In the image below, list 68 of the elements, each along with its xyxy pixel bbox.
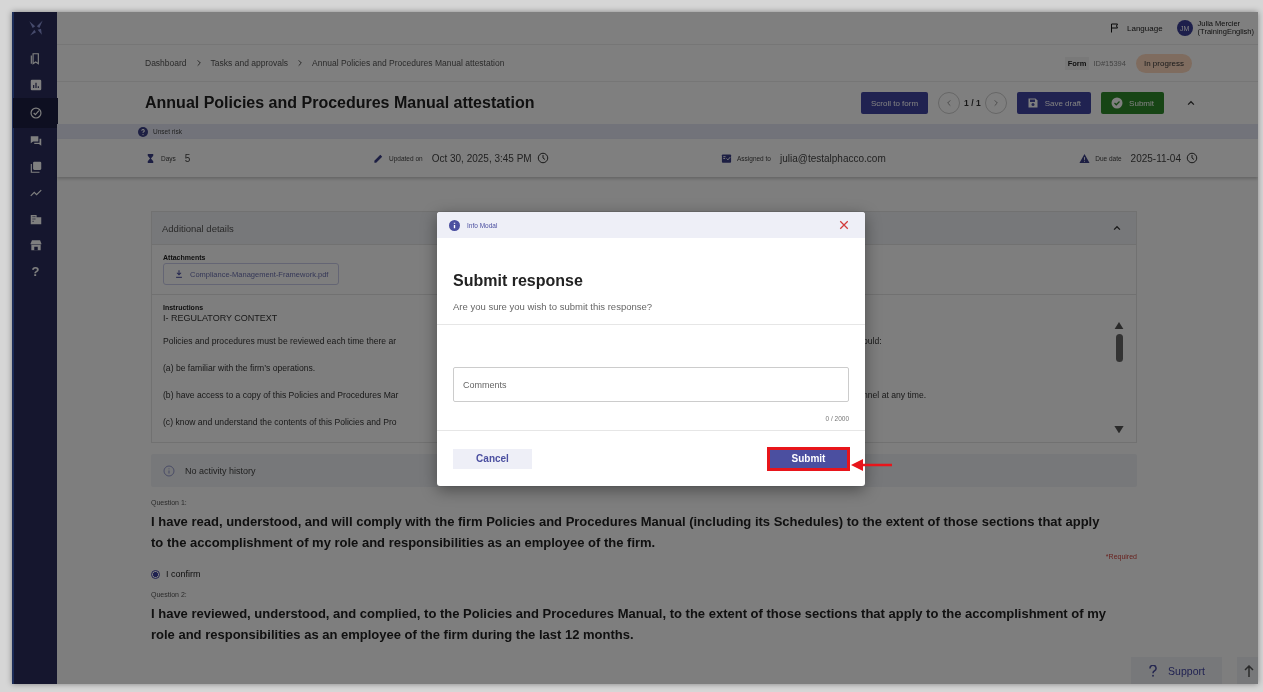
modal-message: Are you sure you wish to submit this response? xyxy=(453,301,654,312)
breadcrumb-link[interactable]: Dashboard xyxy=(145,58,187,68)
chevron-right-icon xyxy=(991,99,1000,107)
instruction-text: ould: xyxy=(863,336,882,348)
status-badge: In progress xyxy=(1135,53,1192,73)
question-icon xyxy=(1148,665,1159,677)
breadcrumb-link[interactable]: Tasks and approvals xyxy=(210,58,289,68)
building-icon xyxy=(28,212,43,226)
modal-submit-button[interactable]: Submit xyxy=(767,446,850,471)
scroll-up-icon xyxy=(1114,322,1124,330)
instruction-text: (c) know and understand the contents of this Policies and Pro xyxy=(163,417,398,429)
radio-option[interactable]: I confirm xyxy=(151,569,1137,579)
cancel-button[interactable]: Cancel xyxy=(453,448,532,469)
chevron-left-icon xyxy=(945,99,954,107)
activity-message: No activity history xyxy=(185,465,256,476)
clock-icon xyxy=(1186,152,1198,164)
hourglass-icon xyxy=(145,152,156,164)
meta-value: 5 xyxy=(184,152,191,164)
question-text: I have reviewed, understood, and complied, to the Policies and Procedures Manual, to the extent of those sections that apply to the accomplishment of my role and responsibilities as an employee of the firm during the last 12 months. xyxy=(151,605,1107,644)
check-circle-icon xyxy=(1111,97,1124,109)
question-text: I have read, understood, and will comply with the firm Policies and Procedures Manual (including its Schedules) to the extent of those sections that apply to the accomplishment of my role and responsibilities as an employee of the firm. xyxy=(151,513,1101,552)
panel-title: Additional details xyxy=(162,222,234,234)
save-icon xyxy=(1026,97,1039,109)
language-button[interactable]: Language xyxy=(1109,22,1163,34)
caret-up-icon xyxy=(1186,98,1196,108)
instruction-text: nnel at any time. xyxy=(863,390,927,402)
pencil-icon xyxy=(373,152,384,164)
help-icon xyxy=(138,126,148,137)
info-icon xyxy=(449,219,460,231)
instruction-text: Policies and procedures must be reviewed each time there ar xyxy=(163,336,398,348)
submit-button[interactable]: Submit xyxy=(1101,92,1164,114)
scroll-down-icon xyxy=(1114,425,1124,433)
bar-chart-icon xyxy=(28,78,43,92)
sidebar-item[interactable] xyxy=(13,98,58,128)
page-title: Annual Policies and Procedures Manual attestation xyxy=(145,94,535,112)
chevron-right-icon xyxy=(296,59,305,67)
warning-icon xyxy=(1079,152,1091,164)
assignment-icon xyxy=(721,152,732,164)
download-icon xyxy=(174,269,184,279)
gallery-icon xyxy=(28,160,43,174)
support-button[interactable]: Support xyxy=(1131,657,1222,684)
caret-up-icon xyxy=(1112,223,1122,233)
instructions-heading: I- REGULATORY CONTEXT xyxy=(163,313,279,323)
annotation-arrow xyxy=(851,459,893,471)
chevron-right-icon xyxy=(194,59,203,67)
modal-title: Submit response xyxy=(453,272,584,290)
meta-value: 2025-11-04 xyxy=(1130,152,1181,164)
meta-value: Oct 30, 2025, 3:45 PM xyxy=(431,152,532,164)
info-icon xyxy=(163,464,175,477)
chat-icon xyxy=(28,134,43,148)
scrollbar-thumb[interactable] xyxy=(1115,334,1123,363)
check-circle-icon xyxy=(28,106,43,120)
instruction-text: (a) be familiar with the firm’s operations. xyxy=(163,363,317,375)
back-to-top-button[interactable] xyxy=(1237,657,1258,684)
flag-icon xyxy=(1109,22,1121,34)
breadcrumb-link[interactable]: Annual Policies and Procedures Manual attestation xyxy=(312,58,505,68)
comments-field[interactable]: Comments xyxy=(453,367,849,402)
sidebar-item[interactable]: ? xyxy=(13,258,58,284)
radio-button[interactable] xyxy=(151,569,160,579)
arrow-up-icon xyxy=(1244,665,1254,677)
store-icon xyxy=(28,238,43,252)
page-counter: 1 / 1 xyxy=(964,98,981,108)
clock-icon xyxy=(536,152,549,164)
meta-value: julia@testalphacco.com xyxy=(779,152,886,164)
scroll-to-form-button[interactable]: Scroll to form xyxy=(860,92,929,114)
close-icon xyxy=(839,220,849,230)
instruction-text: (b) have access to a copy of this Policies and Procedures Mar xyxy=(163,390,400,402)
save-draft-button[interactable]: Save draft xyxy=(1016,92,1092,114)
